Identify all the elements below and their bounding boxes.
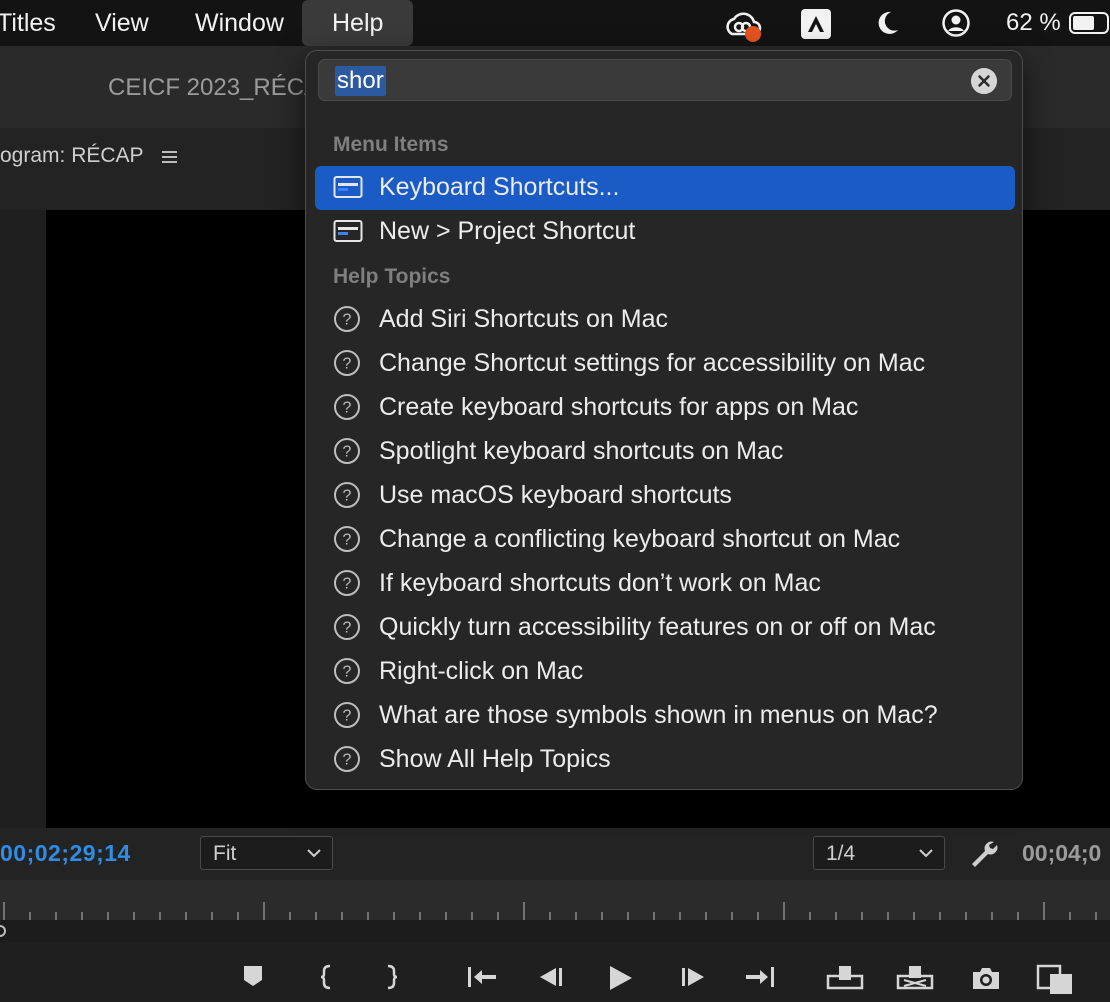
menu-help[interactable]: Help [302, 0, 414, 46]
help-topic-row[interactable]: ? Use macOS keyboard shortcuts [315, 474, 1015, 518]
help-topic-question-icon: ? [334, 350, 360, 376]
playback-resolution-value: 1/4 [826, 842, 856, 865]
menu-item-label: New > Project Shortcut [379, 217, 636, 245]
help-topic-label: Show All Help Topics [379, 745, 611, 773]
clear-search-icon[interactable] [971, 68, 997, 94]
help-topic-label: Right-click on Mac [379, 657, 584, 685]
svg-text:?: ? [343, 708, 352, 725]
adobe-app-icon[interactable] [800, 8, 832, 40]
help-topic-label: Use macOS keyboard shortcuts [379, 481, 732, 509]
comparison-view-icon[interactable] [1036, 964, 1076, 996]
help-topic-question-icon: ? [334, 746, 360, 772]
help-topic-label: Change Shortcut settings for accessibili… [379, 349, 926, 377]
go-to-out-icon[interactable] [744, 964, 776, 990]
help-topic-row[interactable]: ? Change a conflicting keyboard shortcut … [315, 518, 1015, 562]
menu-item-row[interactable]: Keyboard Shortcuts... [315, 166, 1015, 210]
help-topic-question-icon: ? [334, 614, 360, 640]
svg-text:?: ? [343, 576, 352, 593]
help-topic-row[interactable]: ? Right-click on Mac [315, 650, 1015, 694]
help-topic-row[interactable]: ? Show All Help Topics [315, 738, 1015, 782]
battery-icon[interactable] [1069, 12, 1110, 34]
svg-text:?: ? [343, 400, 352, 417]
playback-resolution-select[interactable]: 1/4 [813, 836, 945, 870]
creative-cloud-icon[interactable] [722, 8, 764, 42]
menu-item-icon [333, 176, 363, 198]
help-topic-question-icon: ? [334, 438, 360, 464]
help-topic-question-icon: ? [334, 306, 360, 332]
playhead-handle-icon[interactable] [0, 920, 10, 942]
chevron-down-icon [919, 849, 933, 858]
transport-controls [0, 942, 1110, 1002]
help-topic-row[interactable]: ? Add Siri Shortcuts on Mac [315, 298, 1015, 342]
svg-text:?: ? [343, 620, 352, 637]
menu-view[interactable]: View [95, 0, 149, 46]
play-icon[interactable] [606, 964, 634, 992]
help-topic-question-icon: ? [334, 658, 360, 684]
mark-out-icon[interactable] [382, 964, 400, 990]
step-back-icon[interactable] [536, 964, 566, 990]
help-topic-label: Spotlight keyboard shortcuts on Mac [379, 437, 784, 465]
help-topic-question-icon: ? [334, 570, 360, 596]
help-topic-question-icon: ? [334, 702, 360, 728]
help-topic-row[interactable]: ? If keyboard shortcuts don’t work on Mac [315, 562, 1015, 606]
svg-text:?: ? [343, 488, 352, 505]
help-search-value[interactable]: shor [335, 66, 386, 96]
export-frame-camera-icon[interactable] [970, 964, 1002, 992]
help-topic-row[interactable]: ? What are those symbols shown in menus o… [315, 694, 1015, 738]
svg-text:?: ? [343, 312, 352, 329]
add-marker-icon[interactable] [242, 964, 264, 988]
svg-text:?: ? [343, 532, 352, 549]
help-topic-label: Create keyboard shortcuts for apps on Ma… [379, 393, 859, 421]
help-menu-dropdown: shor Menu Items Keyboard Shortcuts... New… [305, 50, 1023, 790]
help-search-input[interactable]: shor [318, 59, 1012, 101]
help-topic-question-icon: ? [334, 394, 360, 420]
svg-text:?: ? [343, 664, 352, 681]
svg-text:?: ? [343, 752, 352, 769]
user-account-icon[interactable] [941, 8, 971, 38]
duration-timecode: 00;04;0 [1022, 840, 1102, 866]
menu-window[interactable]: Window [195, 0, 284, 46]
help-topics-header: Help Topics [333, 265, 451, 288]
svg-text:?: ? [343, 444, 352, 461]
menu-item-label: Keyboard Shortcuts... [379, 173, 620, 201]
menu-bar: Titles View Window Help 62 % [0, 0, 1110, 46]
scrub-bar[interactable] [0, 920, 1110, 942]
go-to-in-icon[interactable] [466, 964, 498, 990]
menu-titles[interactable]: Titles [0, 0, 56, 46]
menu-items-header: Menu Items [333, 133, 449, 156]
mark-in-icon[interactable] [318, 964, 336, 990]
help-topic-label: Change a conflicting keyboard shortcut o… [379, 525, 901, 553]
zoom-level-value: Fit [213, 842, 237, 865]
chevron-down-icon [307, 849, 321, 858]
menu-item-icon [333, 220, 363, 242]
help-topic-label: If keyboard shortcuts don’t work on Mac [379, 569, 821, 597]
battery-percentage: 62 % [1006, 9, 1061, 36]
help-topic-question-icon: ? [334, 482, 360, 508]
do-not-disturb-moon-icon[interactable] [872, 8, 902, 38]
help-topic-label: Add Siri Shortcuts on Mac [379, 305, 669, 333]
svg-text:?: ? [343, 356, 352, 373]
help-topic-row[interactable]: ? Quickly turn accessibility features on … [315, 606, 1015, 650]
monitor-controls: 00;02;29;14 Fit 1/4 00;04;0 [0, 828, 1110, 880]
wrench-settings-icon[interactable] [968, 838, 1000, 870]
help-topic-row[interactable]: ? Change Shortcut settings for accessibil… [315, 342, 1015, 386]
program-monitor-title: ogram: RÉCAP [0, 144, 144, 167]
help-topic-label: Quickly turn accessibility features on o… [379, 613, 936, 641]
help-topic-label: What are those symbols shown in menus on… [379, 701, 938, 729]
step-forward-icon[interactable] [678, 964, 708, 990]
overwrite-icon[interactable] [896, 964, 934, 992]
sequence-tab[interactable]: CEICF 2023_RÉC/ [108, 74, 311, 102]
insert-icon[interactable] [826, 964, 864, 992]
help-topic-row[interactable]: ? Create keyboard shortcuts for apps on M… [315, 386, 1015, 430]
help-topic-question-icon: ? [334, 526, 360, 552]
panel-menu-icon[interactable] [160, 148, 180, 166]
menu-item-row[interactable]: New > Project Shortcut [315, 210, 1015, 254]
zoom-level-select[interactable]: Fit [200, 836, 333, 870]
help-topic-row[interactable]: ? Spotlight keyboard shortcuts on Mac [315, 430, 1015, 474]
playhead-timecode[interactable]: 00;02;29;14 [0, 840, 131, 867]
